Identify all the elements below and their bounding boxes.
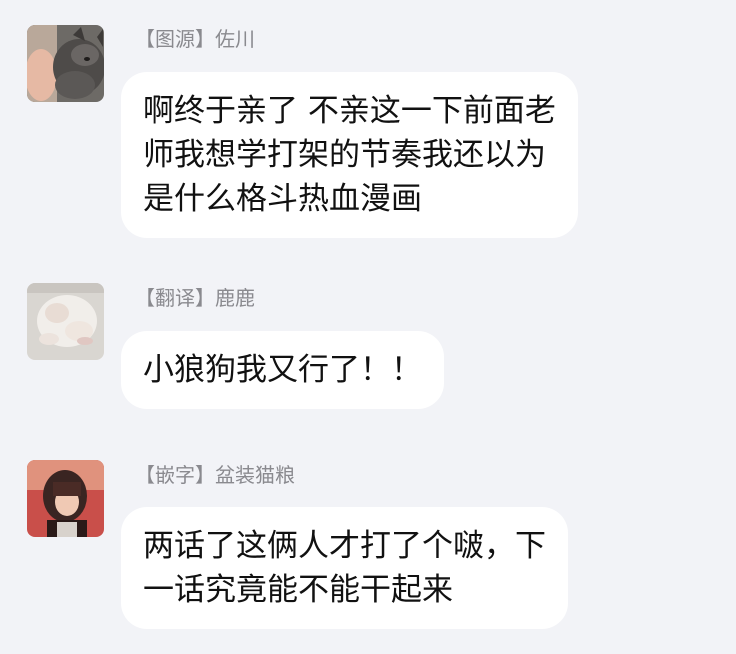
message-bubble: 小狼狗我又行了！！ <box>121 331 444 409</box>
sender-name: 【图源】佐川 <box>135 27 255 51</box>
kitten-photo-avatar-icon <box>27 283 104 360</box>
anime-character-avatar-icon <box>27 460 104 537</box>
avatar[interactable] <box>27 25 104 102</box>
sender-name: 【嵌字】盆装猫粮 <box>135 463 295 487</box>
message-bubble: 两话了这俩人才打了个啵，下 一话究竟能不能干起来 <box>121 507 568 629</box>
sender-name: 【翻译】鹿鹿 <box>135 286 255 310</box>
message-text-line: 一话究竟能不能干起来 <box>143 572 453 608</box>
message-text-line: 两话了这俩人才打了个啵，下 <box>143 528 546 564</box>
message-text-line: 小狼狗我又行了！！ <box>143 352 422 388</box>
message-text-line: 啊终于亲了 不亲这一下前面老 <box>143 93 556 129</box>
message-text-line: 是什么格斗热血漫画 <box>143 181 422 217</box>
avatar[interactable] <box>27 460 104 537</box>
message-text-line: 师我想学打架的节奏我还以为 <box>143 137 546 173</box>
message-bubble: 啊终于亲了 不亲这一下前面老 师我想学打架的节奏我还以为 是什么格斗热血漫画 <box>121 72 578 238</box>
avatar[interactable] <box>27 283 104 360</box>
cat-photo-avatar-icon <box>27 25 104 102</box>
